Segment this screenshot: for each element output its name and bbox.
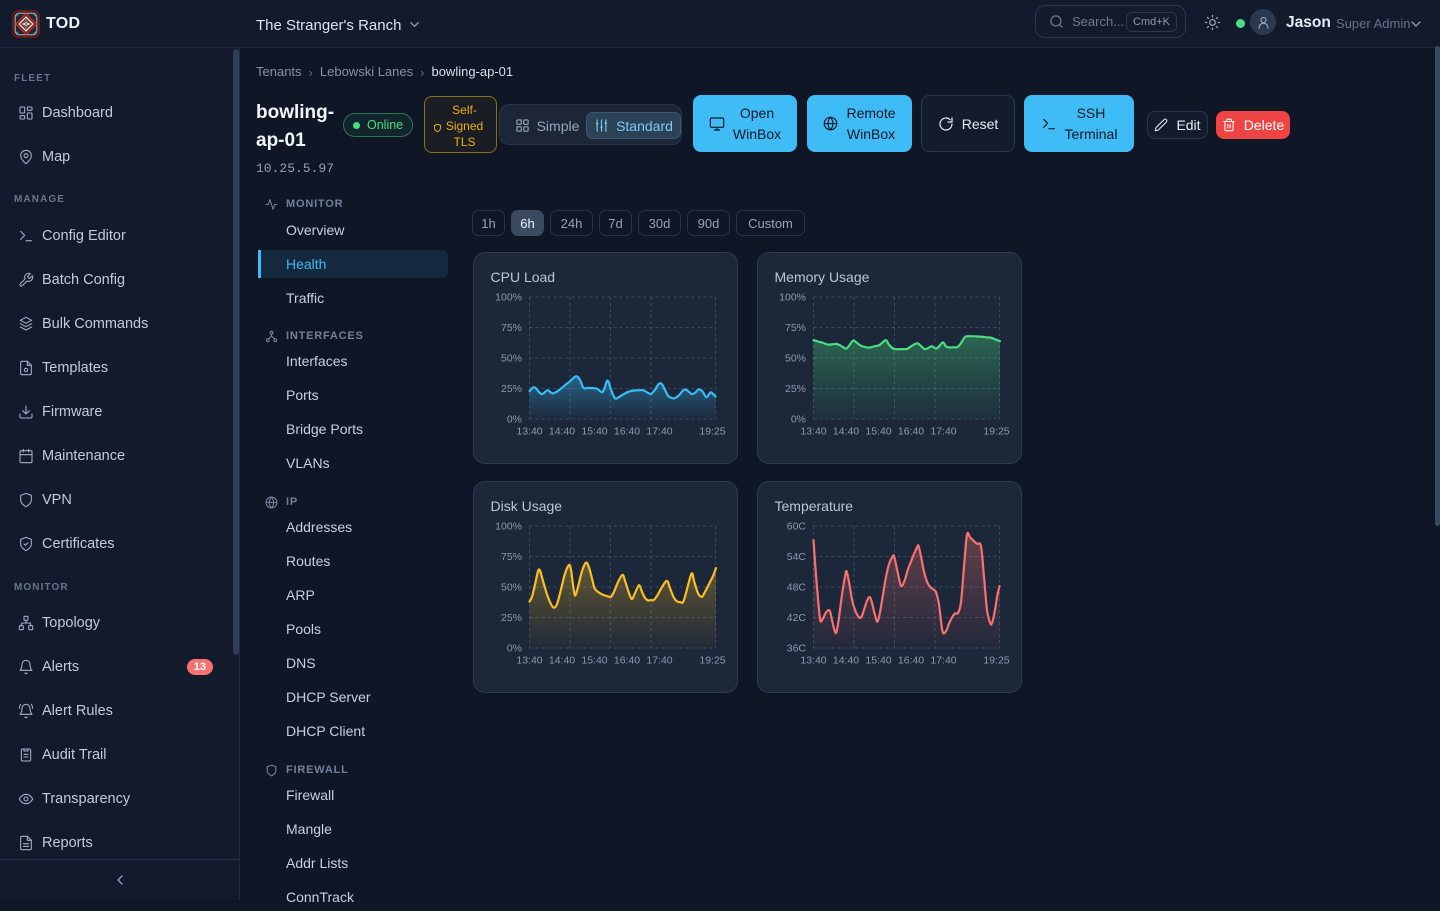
svg-text:16:40: 16:40 bbox=[898, 426, 924, 438]
svg-text:14:40: 14:40 bbox=[549, 655, 575, 667]
svg-text:50%: 50% bbox=[501, 582, 522, 594]
svg-text:42C: 42C bbox=[787, 612, 807, 624]
svg-text:13:40: 13:40 bbox=[800, 655, 826, 667]
svg-text:100%: 100% bbox=[495, 521, 522, 533]
svg-text:100%: 100% bbox=[495, 292, 522, 304]
svg-text:CPU Load: CPU Load bbox=[491, 269, 556, 285]
svg-text:15:40: 15:40 bbox=[865, 655, 891, 667]
svg-text:75%: 75% bbox=[501, 322, 522, 334]
svg-text:19:25: 19:25 bbox=[699, 426, 725, 438]
svg-text:14:40: 14:40 bbox=[833, 655, 859, 667]
svg-text:48C: 48C bbox=[787, 582, 807, 594]
svg-text:25%: 25% bbox=[501, 612, 522, 624]
svg-text:25%: 25% bbox=[785, 383, 806, 395]
svg-text:100%: 100% bbox=[779, 292, 806, 304]
svg-text:16:40: 16:40 bbox=[898, 655, 924, 667]
svg-text:Temperature: Temperature bbox=[775, 498, 854, 514]
svg-text:19:25: 19:25 bbox=[983, 655, 1009, 667]
svg-text:60C: 60C bbox=[787, 521, 807, 533]
svg-text:75%: 75% bbox=[501, 551, 522, 563]
svg-text:0%: 0% bbox=[791, 414, 806, 426]
svg-text:0%: 0% bbox=[507, 414, 522, 426]
svg-text:25%: 25% bbox=[501, 383, 522, 395]
svg-text:50%: 50% bbox=[501, 353, 522, 365]
svg-text:17:40: 17:40 bbox=[646, 655, 672, 667]
svg-text:Memory Usage: Memory Usage bbox=[775, 269, 870, 285]
svg-text:17:40: 17:40 bbox=[930, 426, 956, 438]
svg-text:50%: 50% bbox=[785, 353, 806, 365]
svg-text:17:40: 17:40 bbox=[930, 655, 956, 667]
svg-text:17:40: 17:40 bbox=[646, 426, 672, 438]
svg-text:36C: 36C bbox=[787, 643, 807, 655]
svg-text:0%: 0% bbox=[507, 643, 522, 655]
svg-text:13:40: 13:40 bbox=[516, 426, 542, 438]
svg-text:14:40: 14:40 bbox=[549, 426, 575, 438]
svg-text:15:40: 15:40 bbox=[865, 426, 891, 438]
svg-text:16:40: 16:40 bbox=[614, 655, 640, 667]
svg-text:14:40: 14:40 bbox=[833, 426, 859, 438]
svg-text:16:40: 16:40 bbox=[614, 426, 640, 438]
svg-text:13:40: 13:40 bbox=[516, 655, 542, 667]
svg-text:15:40: 15:40 bbox=[581, 655, 607, 667]
svg-text:Disk Usage: Disk Usage bbox=[491, 498, 563, 514]
svg-text:75%: 75% bbox=[785, 322, 806, 334]
svg-text:54C: 54C bbox=[787, 551, 807, 563]
svg-text:13:40: 13:40 bbox=[800, 426, 826, 438]
svg-text:19:25: 19:25 bbox=[699, 655, 725, 667]
svg-text:15:40: 15:40 bbox=[581, 426, 607, 438]
svg-text:19:25: 19:25 bbox=[983, 426, 1009, 438]
